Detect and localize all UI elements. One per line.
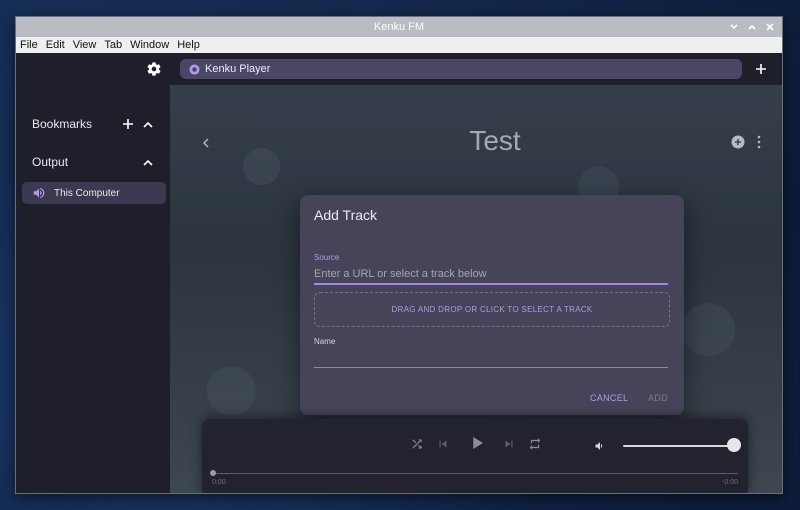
sidebar-topbar: [16, 53, 170, 85]
window-controls: [728, 17, 776, 37]
current-time: 0:00: [212, 479, 226, 486]
bookmarks-heading: Bookmarks: [32, 117, 93, 131]
menu-tab[interactable]: Tab: [100, 39, 126, 51]
add-button[interactable]: ADD: [648, 393, 668, 403]
output-item-label: This Computer: [54, 187, 120, 199]
sidebar: Bookmarks Output This Computer: [16, 53, 170, 493]
add-track-dialog: Add Track Source DRAG AND DROP OR CLICK …: [300, 195, 684, 415]
source-input[interactable]: [314, 265, 668, 285]
chevron-left-icon[interactable]: [200, 136, 212, 148]
skip-next-icon[interactable]: [502, 437, 516, 451]
source-label: Source: [314, 253, 340, 262]
menu-edit[interactable]: Edit: [42, 39, 69, 51]
skip-previous-icon[interactable]: [436, 437, 450, 451]
new-tab-plus-icon[interactable]: [754, 62, 768, 76]
app-window: Kenku FM File Edit View Tab Window Help …: [16, 17, 782, 493]
menu-file[interactable]: File: [16, 39, 42, 51]
menu-help[interactable]: Help: [173, 39, 204, 51]
seek-bar-track[interactable]: [212, 473, 738, 474]
tab-strip: Kenku Player: [170, 53, 782, 85]
volume-slider-knob[interactable]: [727, 438, 741, 452]
bookmarks-chevron-up-icon[interactable]: [142, 118, 154, 130]
name-label: Name: [314, 337, 336, 346]
main-area: Kenku Player Test Add Track Source DRAG …: [170, 53, 782, 493]
close-icon[interactable]: [764, 21, 776, 33]
menu-window[interactable]: Window: [126, 39, 173, 51]
menu-bar: File Edit View Tab Window Help: [16, 37, 782, 53]
speaker-icon: [32, 187, 46, 199]
play-icon[interactable]: [468, 434, 486, 452]
shuffle-icon[interactable]: [410, 437, 424, 451]
name-input[interactable]: [314, 351, 668, 368]
window-title: Kenku FM: [373, 21, 425, 33]
minimize-icon[interactable]: [728, 21, 740, 33]
add-bookmark-plus-icon[interactable]: [121, 117, 135, 131]
volume-icon[interactable]: [594, 439, 606, 451]
maximize-icon[interactable]: [746, 21, 758, 33]
repeat-icon[interactable]: [528, 437, 542, 451]
tab-kenku-player[interactable]: Kenku Player: [180, 59, 742, 79]
track-dropzone[interactable]: DRAG AND DROP OR CLICK TO SELECT A TRACK: [314, 292, 670, 327]
remaining-time: -0:00: [722, 479, 738, 486]
cancel-button[interactable]: CANCEL: [590, 393, 628, 403]
output-item-this-computer[interactable]: This Computer: [22, 182, 166, 204]
menu-view[interactable]: View: [69, 39, 101, 51]
add-circle-icon[interactable]: [731, 135, 745, 149]
dialog-title: Add Track: [314, 207, 378, 223]
output-chevron-up-icon[interactable]: [142, 156, 154, 168]
title-bar: Kenku FM: [16, 17, 782, 37]
seek-bar-knob[interactable]: [210, 470, 216, 476]
tab-label: Kenku Player: [205, 63, 271, 75]
board-title: Test: [469, 125, 521, 156]
settings-gear-icon[interactable]: [146, 61, 162, 77]
tab-kenku-icon: [189, 63, 200, 75]
volume-slider-track[interactable]: [623, 445, 735, 447]
output-heading: Output: [32, 155, 69, 169]
player-bar: 0:00 -0:00: [202, 419, 748, 493]
more-vert-icon[interactable]: [756, 135, 762, 149]
